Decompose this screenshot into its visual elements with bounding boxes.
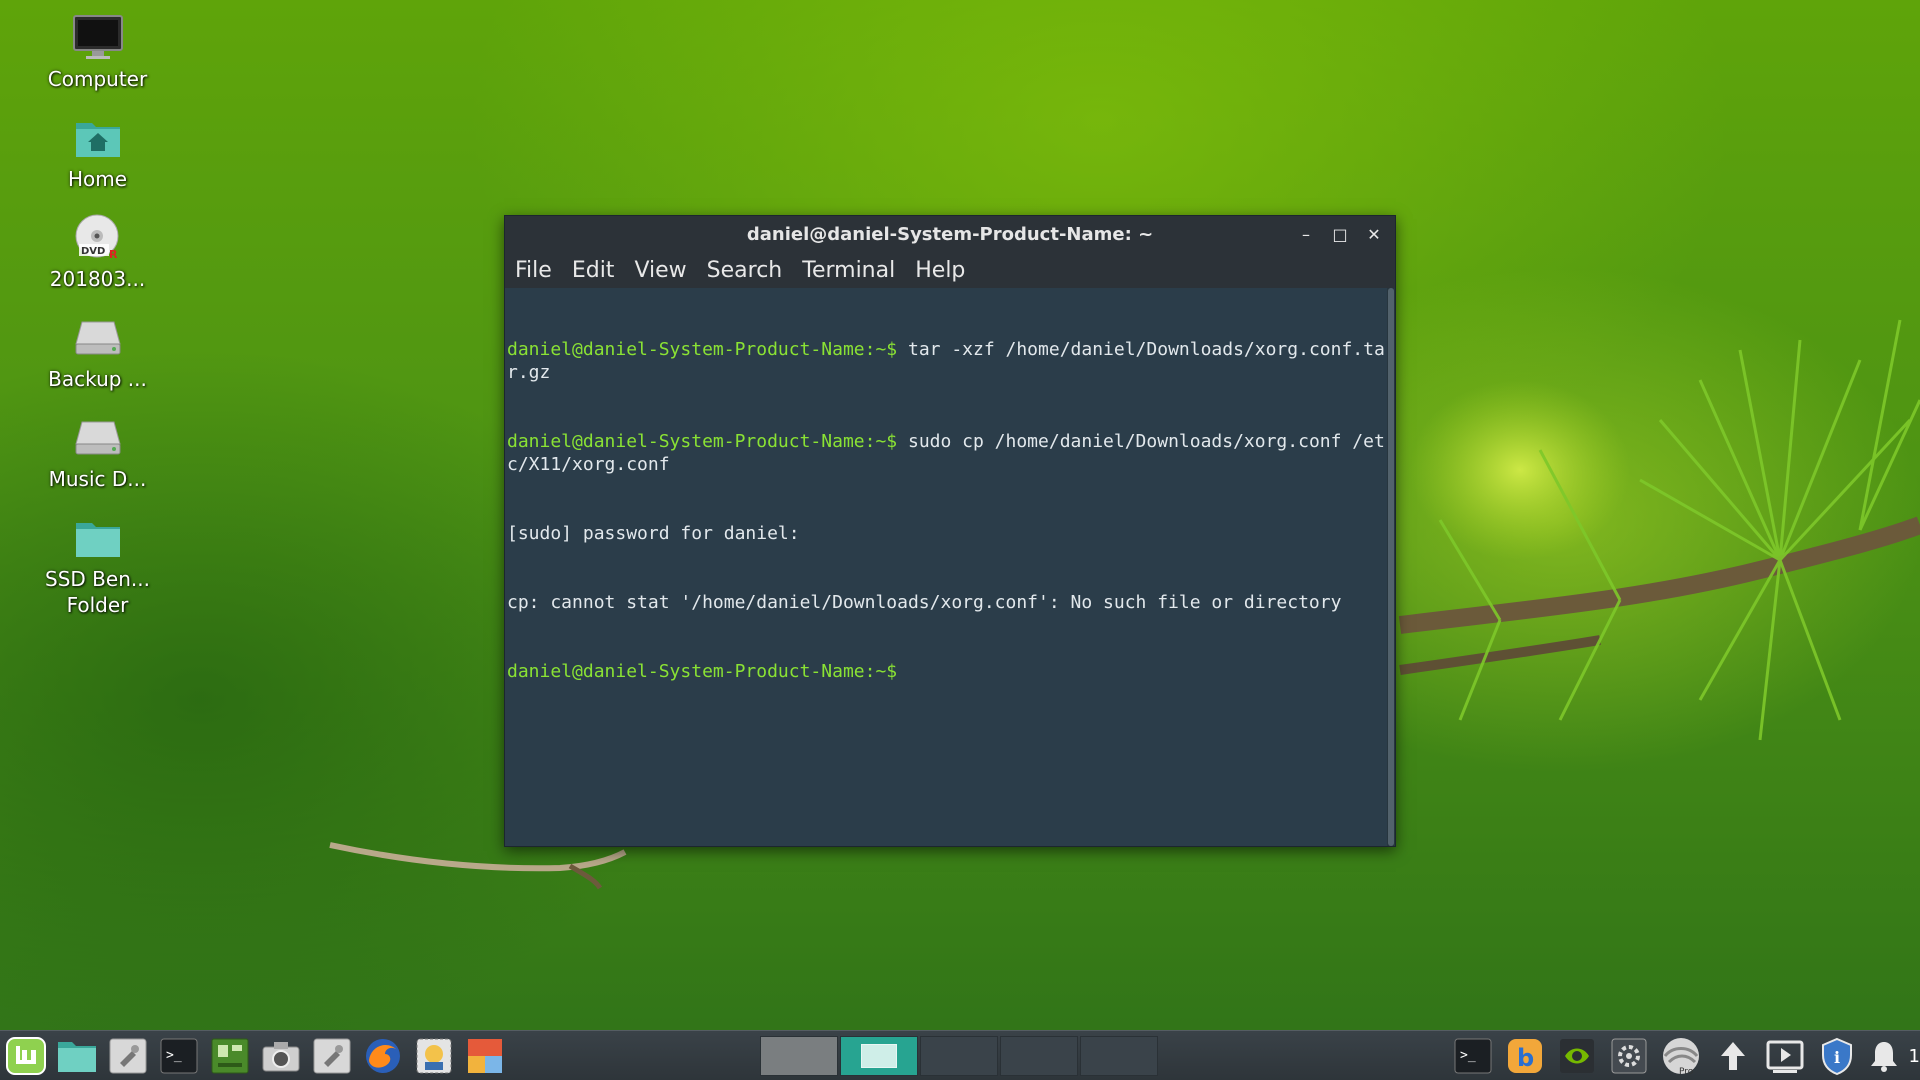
monitor-icon [72,12,124,64]
desktop-icon-label: Home [67,167,128,191]
workspace-3[interactable] [920,1036,998,1076]
taskbar: >_ >_ b Pro i 1 [0,1030,1920,1080]
terminal-line: daniel@daniel-System-Product-Name:~$ tar… [507,338,1385,384]
terminal-line: cp: cannot stat '/home/daniel/Downloads/… [507,591,1385,614]
menu-view[interactable]: View [634,258,686,283]
system-tray: >_ b Pro i 1 [1451,1035,1920,1077]
shell-prompt: daniel@daniel-System-Product-Name:~$ [507,661,898,682]
desktop-icon-label: Backup ... [48,367,147,391]
svg-text:R: R [109,248,118,261]
desktop-icon-label: SSD Ben... Folder [45,567,150,617]
taskbar-launchers: >_ [4,1035,507,1077]
window-controls: – □ ✕ [1295,216,1385,252]
svg-text:DVD: DVD [81,246,105,257]
desktop-icon-home[interactable]: Home [20,112,175,212]
terminal-icon[interactable]: >_ [1451,1035,1495,1077]
svg-text:i: i [1834,1048,1840,1067]
svg-text:b: b [1517,1044,1534,1072]
svg-text:>_: >_ [1460,1048,1476,1063]
firefox-icon[interactable] [361,1035,405,1077]
update-arrow-icon[interactable] [1711,1035,1755,1077]
dvd-icon: DVD R [72,212,124,264]
shell-prompt: daniel@daniel-System-Product-Name:~$ [507,339,898,360]
workspace-window-preview [861,1044,897,1068]
camera-icon[interactable] [259,1035,303,1077]
mint-menu-icon[interactable] [4,1035,48,1077]
error-text: cp: cannot stat '/home/daniel/Downloads/… [507,592,1342,613]
terminal-line: [sudo] password for daniel: [507,522,1385,545]
notification-bell-icon[interactable] [1867,1035,1901,1077]
workspace-switcher [760,1036,1158,1076]
files-icon[interactable] [55,1035,99,1077]
system-monitor-icon[interactable] [208,1035,252,1077]
network-icon[interactable]: Pro [1659,1035,1703,1077]
settings-icon[interactable] [310,1035,354,1077]
desktop-icons: Computer Home DVD R 201803... Backup ...… [20,12,175,642]
terminal-icon[interactable]: >_ [157,1035,201,1077]
close-button[interactable]: ✕ [1363,223,1385,245]
desktop-icon-dvd[interactable]: DVD R 201803... [20,212,175,312]
window-title: daniel@daniel-System-Product-Name: ~ [746,223,1154,245]
workspace-2[interactable] [840,1036,918,1076]
image-viewer-icon[interactable] [412,1035,456,1077]
terminal-output[interactable]: daniel@daniel-System-Product-Name:~$ tar… [505,288,1387,846]
folder-icon [72,512,124,564]
system-settings-icon[interactable] [1607,1035,1651,1077]
settings-icon[interactable] [106,1035,150,1077]
media-icon[interactable] [1763,1035,1807,1077]
desktop-icon-label: Computer [47,67,148,91]
desktop-icon-label: Music D... [48,467,147,491]
workspace-4[interactable] [1000,1036,1078,1076]
workspace-1[interactable] [760,1036,838,1076]
menu-search[interactable]: Search [707,258,783,283]
nvidia-icon[interactable] [1555,1035,1599,1077]
menu-terminal[interactable]: Terminal [802,258,895,283]
shell-prompt: daniel@daniel-System-Product-Name:~$ [507,431,898,452]
home-folder-icon [72,112,124,164]
menu-file[interactable]: File [515,258,552,283]
bluetooth-icon[interactable]: b [1503,1035,1547,1077]
workspace-5[interactable] [1080,1036,1158,1076]
svg-text:>_: >_ [166,1048,182,1063]
output-text: [sudo] password for daniel: [507,523,800,544]
menu-help[interactable]: Help [915,258,965,283]
window-titlebar[interactable]: daniel@daniel-System-Product-Name: ~ – □… [505,216,1395,252]
desktop-icon-computer[interactable]: Computer [20,12,175,112]
svg-text:Pro: Pro [1679,1067,1694,1076]
notification-count: 1 [1908,1045,1920,1067]
terminal-scrollbar[interactable] [1387,288,1395,846]
terminal-window[interactable]: daniel@daniel-System-Product-Name: ~ – □… [504,215,1396,847]
desktop-icon-music[interactable]: Music D... [20,412,175,512]
terminal-line: daniel@daniel-System-Product-Name:~$ sud… [507,430,1385,476]
menubar: File Edit View Search Terminal Help [505,252,1395,288]
info-shield-icon[interactable]: i [1815,1035,1859,1077]
minimize-button[interactable]: – [1295,223,1317,245]
desktop-icon-ssd-folder[interactable]: SSD Ben... Folder [20,512,175,642]
scrollbar-thumb[interactable] [1388,288,1394,846]
drive-icon [72,412,124,464]
drive-icon [72,312,124,364]
menu-edit[interactable]: Edit [572,258,615,283]
paint-icon[interactable] [463,1035,507,1077]
terminal-line: daniel@daniel-System-Product-Name:~$ [507,660,1385,683]
desktop-icon-label: 201803... [49,267,146,291]
maximize-button[interactable]: □ [1329,223,1351,245]
desktop-icon-backup[interactable]: Backup ... [20,312,175,412]
